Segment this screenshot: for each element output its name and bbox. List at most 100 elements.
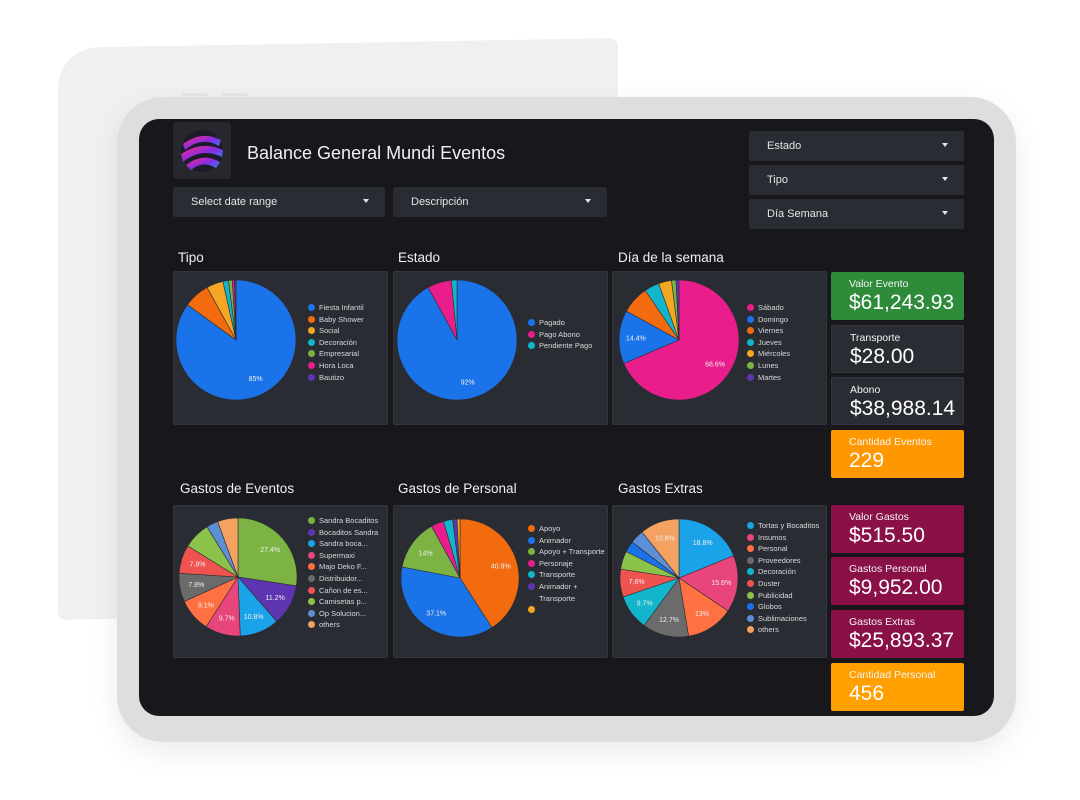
- dashboard-screen: Balance General Mundi Eventos Select dat…: [139, 119, 994, 716]
- legend-dot-icon: [308, 373, 315, 381]
- legend-item[interactable]: Fiesta Infantil: [308, 302, 386, 314]
- legend-item[interactable]: Martes: [747, 372, 825, 384]
- legend-item[interactable]: Proveedores: [747, 555, 825, 567]
- legend-label: Sandra boca...: [319, 539, 368, 549]
- dia-semana-dropdown[interactable]: Día Semana: [749, 199, 964, 229]
- legend-item[interactable]: Empresarial: [308, 348, 386, 360]
- legend-item[interactable]: Op Solucion...: [308, 608, 386, 620]
- chart-card-gastos-personal: 40.9% 37.1% 14% Apoyo Animador Apoyo + Transp…: [393, 505, 608, 658]
- legend-label: Personal: [758, 544, 788, 554]
- legend-label: Bocaditos Sandra: [319, 527, 379, 537]
- legend-label: Publicidad: [758, 590, 793, 600]
- legend-dot-icon: [747, 591, 754, 599]
- legend-item[interactable]: Camisetas p...: [308, 596, 386, 608]
- legend-label: Camisetas p...: [319, 597, 367, 607]
- legend-dot-icon: [747, 522, 754, 529]
- page-title: Balance General Mundi Eventos: [247, 143, 506, 163]
- legend-item[interactable]: Distribuidor...: [308, 573, 386, 585]
- legend-item[interactable]: Domingo: [747, 314, 825, 326]
- legend-item[interactable]: [528, 604, 606, 614]
- chart-legend: Fiesta Infantil Baby Shower Social Decoraci…: [308, 302, 386, 383]
- slice-label: 9.7%: [637, 601, 653, 608]
- legend-item[interactable]: Apoyo: [528, 523, 606, 535]
- legend-item[interactable]: Social: [308, 325, 386, 337]
- legend-item[interactable]: Miércoles: [747, 348, 825, 360]
- legend-item[interactable]: Globos: [747, 601, 825, 613]
- chart-legend: Pagado Pago Abono Pendiente Pago: [528, 317, 606, 352]
- legend-label: Animador: [539, 535, 572, 545]
- kpi-value: $28.00: [850, 345, 915, 368]
- legend-item[interactable]: Transporte: [528, 569, 606, 581]
- kpi-label: Gastos Extras: [849, 616, 915, 628]
- descripcion-label: Descripción: [411, 196, 469, 208]
- legend-item[interactable]: Lunes: [747, 360, 825, 372]
- legend-label: Cañon de es...: [319, 585, 368, 595]
- legend-item[interactable]: Pago Abono: [528, 329, 606, 341]
- legend-item[interactable]: Duster: [747, 578, 825, 590]
- legend-item[interactable]: Sábado: [747, 302, 825, 314]
- legend-item[interactable]: Apoyo + Transporte: [528, 546, 606, 558]
- legend-item[interactable]: Cañon de es...: [308, 585, 386, 597]
- chart-legend: Apoyo Animador Apoyo + Transporte Personaje…: [528, 523, 606, 614]
- legend-item[interactable]: Personal: [747, 543, 825, 555]
- legend-item[interactable]: Hora Loca: [308, 360, 386, 372]
- legend-item[interactable]: Personaje: [528, 558, 606, 570]
- legend-label: Pago Abono: [539, 329, 580, 339]
- legend-item[interactable]: Decoración: [747, 566, 825, 578]
- legend-item[interactable]: Viernes: [747, 325, 825, 337]
- legend-item[interactable]: others: [308, 619, 386, 631]
- legend-item[interactable]: Pagado: [528, 317, 606, 329]
- legend-item[interactable]: Supermaxi: [308, 550, 386, 562]
- legend-label: Transporte: [539, 570, 575, 580]
- kpi-value: $9,952.00: [849, 576, 943, 599]
- slice-label: 9.1%: [198, 602, 214, 609]
- legend-item[interactable]: Publicidad: [747, 590, 825, 602]
- kpi-transporte: Transporte $28.00: [831, 325, 964, 373]
- kpi-cantidad-eventos: Cantidad Eventos 229: [831, 430, 964, 478]
- slice-label: 15.6%: [711, 580, 731, 587]
- dia-semana-label: Día Semana: [767, 208, 829, 220]
- legend-label: Proveedores: [758, 555, 801, 565]
- legend-item[interactable]: Animador: [528, 535, 606, 547]
- legend-item[interactable]: Sandra boca...: [308, 538, 386, 550]
- legend-dot-icon: [528, 525, 535, 532]
- legend-label: Fiesta Infantil: [319, 303, 364, 312]
- date-range-label: Select date range: [191, 196, 278, 208]
- legend-item[interactable]: Pendiente Pago: [528, 340, 606, 352]
- slice-label: 7.8%: [188, 582, 204, 589]
- legend-item[interactable]: Bocaditos Sandra: [308, 527, 386, 539]
- slice-label: 18.8%: [693, 540, 713, 547]
- legend-label: Insumos: [758, 532, 787, 542]
- section-title-gastos-eventos: Gastos de Eventos: [180, 481, 295, 496]
- descripcion-dropdown[interactable]: Descripción: [393, 187, 607, 217]
- legend-item[interactable]: Insumos: [747, 532, 825, 544]
- kpi-value: $38,988.14: [850, 397, 956, 420]
- legend-item[interactable]: Baby Shower: [308, 314, 386, 326]
- estado-dropdown[interactable]: Estado: [749, 131, 964, 161]
- legend-item[interactable]: Bautizo: [308, 372, 386, 384]
- legend-dot-icon: [747, 545, 754, 553]
- legend-item[interactable]: Animador + Transporte: [528, 581, 606, 604]
- legend-item[interactable]: Tortas y Bocaditos: [747, 520, 825, 532]
- legend-item[interactable]: others: [747, 624, 825, 636]
- tipo-dropdown[interactable]: Tipo: [749, 165, 964, 195]
- kpi-label: Cantidad Eventos: [849, 436, 932, 448]
- legend-dot-icon: [528, 582, 535, 590]
- kpi-label: Valor Evento: [849, 278, 909, 290]
- legend-label: Sábado: [758, 303, 784, 312]
- legend-dot-icon: [747, 315, 754, 323]
- kpi-gastos-extras: Gastos Extras $25,893.37: [831, 610, 964, 658]
- legend-label: Martes: [758, 372, 781, 382]
- sphere-logo-icon: [181, 130, 223, 172]
- legend-item[interactable]: Jueves: [747, 337, 825, 349]
- legend-dot-icon: [528, 606, 535, 614]
- slice-label: 27.4%: [260, 547, 280, 554]
- legend-item[interactable]: Majo Deko F...: [308, 561, 386, 573]
- legend-label: Distribuidor...: [319, 573, 363, 583]
- legend-item[interactable]: Sublimaciones: [747, 613, 825, 625]
- legend-label: Pendiente Pago: [539, 341, 593, 351]
- legend-label: Jueves: [758, 337, 782, 347]
- date-range-dropdown[interactable]: Select date range: [173, 187, 385, 217]
- legend-item[interactable]: Decoración: [308, 337, 386, 349]
- legend-item[interactable]: Sandra Bocaditos: [308, 515, 386, 527]
